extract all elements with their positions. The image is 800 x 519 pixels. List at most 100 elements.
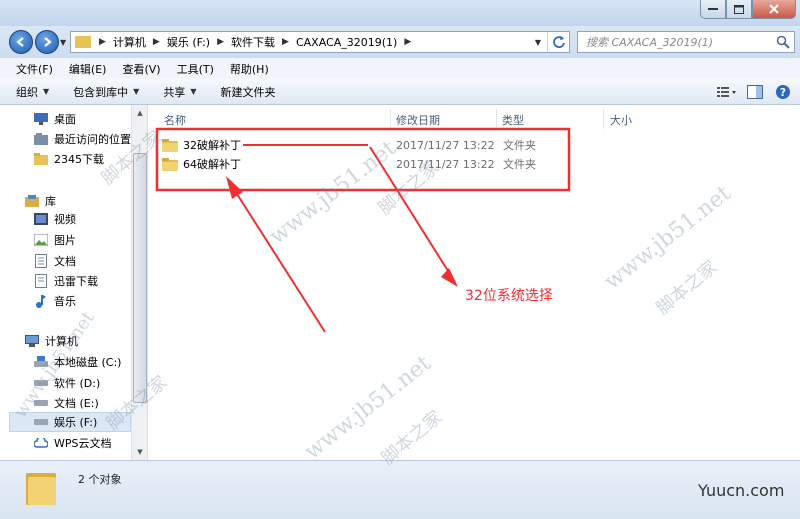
recent-pages-chevron-icon[interactable]: ▼ <box>60 38 66 47</box>
sidebar-item-label: 2345下载 <box>54 153 104 166</box>
address-row: ▼ ▶ 计算机 ▶ 娱乐 (F:) ▶ 软件下载 ▶ CAXACA_32019(… <box>0 26 800 58</box>
new-folder-label: 新建文件夹 <box>220 85 276 99</box>
sidebar-item-desktop[interactable]: 桌面 <box>33 109 76 129</box>
breadcrumb-current[interactable]: CAXACA_32019(1) <box>293 36 400 49</box>
sidebar-item-label: WPS云文档 <box>54 437 112 450</box>
sidebar-item-xunlei-download[interactable]: 迅雷下载 <box>33 271 98 291</box>
sidebar-item-libraries[interactable]: 库 <box>24 191 56 211</box>
back-button[interactable] <box>9 30 33 54</box>
minimize-icon[interactable] <box>700 0 726 19</box>
file-name: 32破解补丁 <box>183 139 241 152</box>
file-name-cell: 64破解补丁 <box>162 156 241 172</box>
menu-help[interactable]: 帮助(H) <box>222 61 277 77</box>
annotation-label: 32位系统选择 <box>465 288 553 304</box>
sidebar-item-drive-e[interactable]: 文档 (E:) <box>33 393 99 413</box>
scroll-thumb[interactable] <box>133 153 147 403</box>
sidebar-item-recent[interactable]: 最近访问的位置 <box>33 129 131 149</box>
sidebar-item-pictures[interactable]: 图片 <box>33 230 76 250</box>
chevron-right-icon[interactable]: ▶ <box>95 37 110 47</box>
column-divider[interactable] <box>390 109 391 129</box>
breadcrumb-computer[interactable]: 计算机 <box>110 34 149 50</box>
chevron-down-icon: ▼ <box>190 87 197 96</box>
picture-icon <box>33 233 49 247</box>
site-brand: Yuucn.com <box>698 481 785 500</box>
column-header-type[interactable]: 类型 <box>502 111 524 129</box>
chevron-right-icon[interactable]: ▶ <box>278 37 293 47</box>
scroll-up-icon[interactable]: ▲ <box>132 105 147 121</box>
include-in-library-button[interactable]: 包含到库中 ▼ <box>73 84 139 100</box>
menu-tools[interactable]: 工具(T) <box>169 61 222 77</box>
file-type: 文件夹 <box>503 158 536 171</box>
preview-pane-icon[interactable] <box>744 83 766 101</box>
document-icon <box>33 254 49 268</box>
sidebar-item-2345-download[interactable]: 2345下载 <box>33 149 104 169</box>
scroll-down-icon[interactable]: ▼ <box>132 444 147 460</box>
column-header-name[interactable]: 名称 <box>164 111 186 129</box>
sidebar-item-label: 软件 (D:) <box>54 377 101 390</box>
refresh-icon[interactable] <box>547 32 569 52</box>
chevron-down-icon: ▼ <box>133 87 140 96</box>
column-divider[interactable] <box>603 109 604 129</box>
search-box[interactable]: 搜索 CAXACA_32019(1) <box>577 31 795 53</box>
column-divider[interactable] <box>496 109 497 129</box>
window-controls <box>700 0 796 19</box>
view-options-icon[interactable] <box>716 83 738 101</box>
status-bar: 2 个对象 Yuucn.com <box>0 460 800 519</box>
music-icon <box>33 294 49 308</box>
share-button[interactable]: 共享 ▼ <box>163 84 196 100</box>
menu-view[interactable]: 查看(V) <box>114 61 168 77</box>
file-name: 64破解补丁 <box>183 158 241 171</box>
search-input[interactable]: 搜索 CAXACA_32019(1) <box>578 34 772 50</box>
folder-icon <box>162 157 178 171</box>
content-area: 桌面 最近访问的位置 2345下载 库 视频 图片 文档 迅雷下载 音乐 计算机… <box>0 105 800 460</box>
folder-icon <box>33 152 49 166</box>
sidebar-item-music[interactable]: 音乐 <box>33 291 76 311</box>
sidebar-item-documents[interactable]: 文档 <box>33 251 76 271</box>
cloud-icon <box>33 436 49 450</box>
help-icon[interactable]: ? <box>772 83 794 101</box>
sidebar-item-drive-f[interactable]: 娱乐 (F:) <box>9 412 131 432</box>
sidebar-item-computer[interactable]: 计算机 <box>24 331 78 351</box>
sidebar-item-label: 音乐 <box>54 295 76 308</box>
sidebar-item-label: 文档 (E:) <box>54 397 99 410</box>
chevron-down-icon: ▼ <box>43 87 50 96</box>
explorer-window: ▼ ▶ 计算机 ▶ 娱乐 (F:) ▶ 软件下载 ▶ CAXACA_32019(… <box>0 0 800 519</box>
sidebar-item-drive-d[interactable]: 软件 (D:) <box>33 373 100 393</box>
folder-icon <box>162 138 178 152</box>
breadcrumb-downloads[interactable]: 软件下载 <box>228 34 278 50</box>
close-icon[interactable] <box>752 0 796 19</box>
search-icon[interactable] <box>772 32 794 52</box>
video-icon <box>33 212 49 226</box>
share-label: 共享 <box>163 85 186 99</box>
sidebar-item-label: 本地磁盘 (C:) <box>54 356 122 369</box>
recent-places-icon <box>33 132 49 146</box>
chevron-right-icon[interactable]: ▶ <box>149 37 164 47</box>
forward-button[interactable] <box>35 30 59 54</box>
new-folder-button[interactable]: 新建文件夹 <box>220 84 275 100</box>
menu-edit[interactable]: 编辑(E) <box>61 61 115 77</box>
menu-bar: 文件(F) 编辑(E) 查看(V) 工具(T) 帮助(H) <box>0 58 800 79</box>
organize-button[interactable]: 组织 ▼ <box>16 84 49 100</box>
address-dropdown-icon[interactable]: ▼ <box>529 38 547 47</box>
maximize-icon[interactable] <box>726 0 752 19</box>
title-bar[interactable] <box>0 0 800 26</box>
navigation-pane: 桌面 最近访问的位置 2345下载 库 视频 图片 文档 迅雷下载 音乐 计算机… <box>0 105 148 460</box>
file-row[interactable]: 64破解补丁 2017/11/27 13:22 文件夹 <box>162 154 782 174</box>
file-row[interactable]: 32破解补丁 2017/11/27 13:22 文件夹 <box>162 135 782 155</box>
sidebar-item-drive-c[interactable]: 本地磁盘 (C:) <box>33 352 121 372</box>
chevron-right-icon[interactable]: ▶ <box>213 37 228 47</box>
drive-icon <box>33 396 49 410</box>
chevron-right-icon[interactable]: ▶ <box>400 37 415 47</box>
system-drive-icon <box>33 355 49 369</box>
address-bar[interactable]: ▶ 计算机 ▶ 娱乐 (F:) ▶ 软件下载 ▶ CAXACA_32019(1)… <box>70 31 570 53</box>
menu-file[interactable]: 文件(F) <box>8 61 61 77</box>
column-header-date[interactable]: 修改日期 <box>396 111 440 129</box>
download-folder-icon <box>33 274 49 288</box>
breadcrumb-drive-f[interactable]: 娱乐 (F:) <box>164 34 213 50</box>
sidebar-item-videos[interactable]: 视频 <box>33 209 76 229</box>
file-type: 文件夹 <box>503 139 536 152</box>
column-header-size[interactable]: 大小 <box>610 111 632 129</box>
sidebar-item-label: 迅雷下载 <box>54 275 98 288</box>
sidebar-scrollbar[interactable]: ▲ ▼ <box>131 105 147 460</box>
sidebar-item-wps-cloud[interactable]: WPS云文档 <box>33 433 112 453</box>
